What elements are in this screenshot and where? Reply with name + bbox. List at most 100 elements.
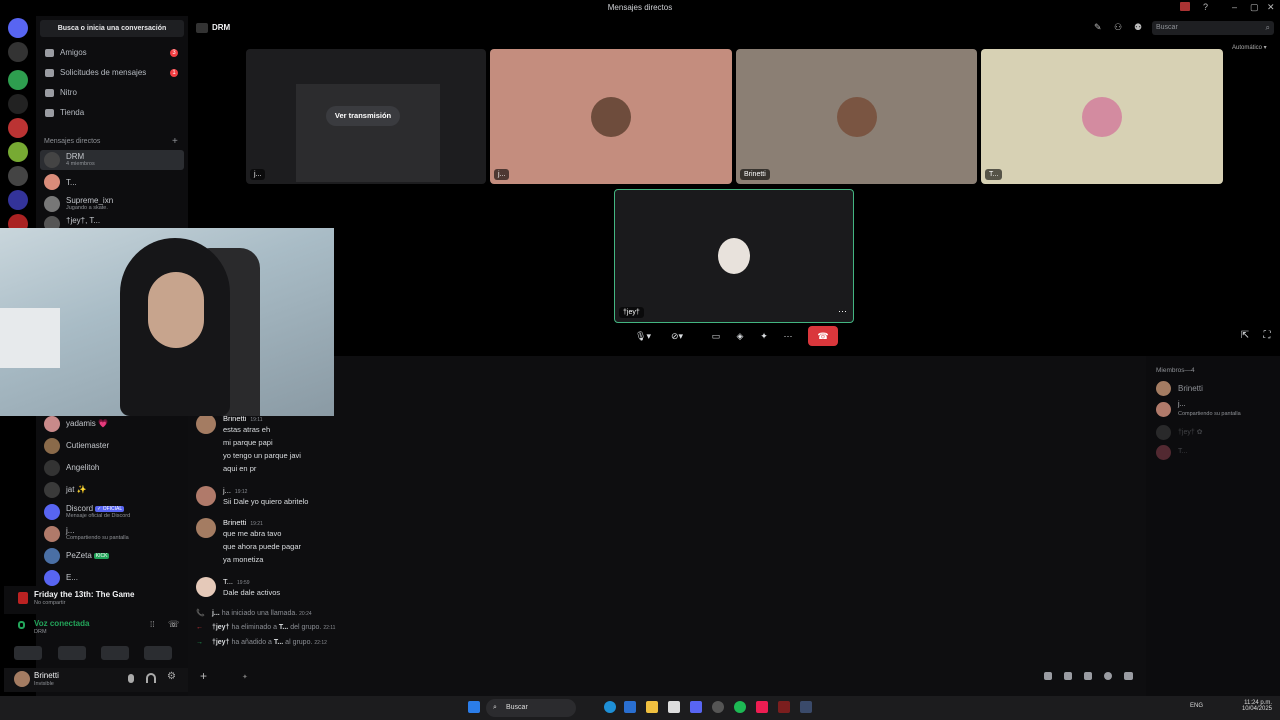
taskbar: ⌕ Buscar ENG 11:24 p.m. 10/04/2025 xyxy=(0,696,1280,720)
camera-toggle-button[interactable]: ⊘▾ xyxy=(662,326,692,346)
nav-message-requests[interactable]: Solicitudes de mensajes 1 xyxy=(40,64,184,82)
end-call-button[interactable]: ☎ xyxy=(808,326,838,346)
soundboard-icon[interactable]: ✦ xyxy=(756,326,772,346)
avatar[interactable] xyxy=(196,577,216,597)
gift-icon[interactable] xyxy=(1044,672,1052,680)
member-item[interactable]: j... Compartiendo su pantalla xyxy=(1154,401,1274,421)
fullscreen-icon[interactable]: ⛶ xyxy=(1260,326,1274,346)
maximize-button[interactable]: ▢ xyxy=(1250,2,1259,13)
server-icon[interactable] xyxy=(8,94,28,114)
settings-icon[interactable]: ⚙ xyxy=(167,671,176,682)
avatar[interactable] xyxy=(196,486,216,506)
nav-shop[interactable]: Tienda xyxy=(40,104,184,122)
avatar[interactable] xyxy=(14,671,30,687)
headphones-icon[interactable] xyxy=(146,673,156,683)
language-indicator[interactable]: ENG xyxy=(1190,703,1203,709)
steam-icon[interactable] xyxy=(800,701,812,713)
emoji-icon[interactable] xyxy=(1104,672,1112,680)
server-icon[interactable] xyxy=(8,142,28,162)
members-icon[interactable]: ⚉ xyxy=(1134,22,1142,33)
server-icon[interactable] xyxy=(8,70,28,90)
discord-taskbar-icon[interactable] xyxy=(690,701,702,713)
app-icon[interactable] xyxy=(778,701,790,713)
search-input[interactable]: Buscar ⌕ xyxy=(1152,21,1274,35)
dm-item[interactable]: j... Compartiendo su pantalla xyxy=(40,524,184,544)
quality-dropdown[interactable]: Automático ▾ xyxy=(1232,44,1267,51)
server-icon[interactable] xyxy=(8,42,28,62)
dm-item[interactable]: Supreme_ixn Jugando a skate. xyxy=(40,194,184,214)
edge-icon[interactable] xyxy=(604,701,616,713)
file-explorer-icon[interactable] xyxy=(646,701,658,713)
clock[interactable]: 11:24 p.m. 10/04/2025 xyxy=(1238,700,1272,712)
windows-start-icon[interactable] xyxy=(468,701,480,713)
gif-icon[interactable] xyxy=(1064,672,1072,680)
sticker-icon[interactable] xyxy=(1084,672,1092,680)
voice-actions xyxy=(4,644,190,666)
participant-tile-speaking[interactable]: †jey† ⋯ xyxy=(614,189,854,323)
tiktok-icon[interactable] xyxy=(756,701,768,713)
dm-item[interactable]: T... xyxy=(40,172,184,192)
disconnect-icon[interactable]: ☏ xyxy=(168,619,179,630)
friends-badge: 3 xyxy=(170,49,178,57)
dm-item[interactable]: Angelitoh xyxy=(40,458,184,478)
close-button[interactable]: ✕ xyxy=(1267,2,1275,13)
dm-item-discord[interactable]: Discord ✓ OFICIAL Mensaje oficial de Disc… xyxy=(40,502,184,522)
more-options-icon[interactable]: ⋯ xyxy=(780,326,796,346)
minimize-button[interactable]: – xyxy=(1232,2,1237,12)
dm-item[interactable]: Cutiemaster xyxy=(40,436,184,456)
discord-home-icon[interactable] xyxy=(8,18,28,38)
activity-icon[interactable]: ◈ xyxy=(732,326,748,346)
search-conversation-button[interactable]: Busca o inicia una conversación xyxy=(40,20,184,37)
stream-tile[interactable]: Ver transmisión j... xyxy=(246,49,486,184)
noise-suppression-icon[interactable]: ⁞⁞ xyxy=(150,620,154,629)
app-icon[interactable] xyxy=(668,701,680,713)
more-icon[interactable]: ⋯ xyxy=(838,306,847,317)
server-icon[interactable] xyxy=(8,190,28,210)
microphone-button[interactable]: 🎙▾ xyxy=(628,326,658,346)
tile-label: T... xyxy=(985,169,1003,180)
server-icon[interactable] xyxy=(8,166,28,186)
dm-item[interactable]: yadamis 💗 xyxy=(40,414,184,434)
phone-icon: 📞 xyxy=(196,610,205,617)
help-icon[interactable]: ? xyxy=(1203,2,1208,12)
screen-share-icon[interactable]: ▭ xyxy=(708,326,724,346)
participant-tile[interactable]: Brinetti xyxy=(736,49,977,184)
avatar[interactable] xyxy=(196,414,216,434)
member-item[interactable]: T... xyxy=(1154,444,1274,462)
app-icon[interactable] xyxy=(712,701,724,713)
avatar[interactable] xyxy=(196,518,216,538)
activity-button[interactable] xyxy=(101,646,129,660)
camera-button[interactable] xyxy=(14,646,42,660)
add-attachment-button[interactable]: + xyxy=(200,669,207,683)
dm-item[interactable]: PeZeta KICK xyxy=(40,546,184,566)
apps-icon[interactable] xyxy=(1124,672,1133,680)
call-area: Automático ▾ Ver transmisión j... j... B… xyxy=(188,40,1280,356)
avatar xyxy=(44,152,60,168)
message-composer[interactable]: + ✦ xyxy=(192,664,1142,690)
user-panel: Brinetti Invisible ⚙ xyxy=(4,668,190,692)
nav-friends[interactable]: Amigos 3 xyxy=(40,44,184,62)
add-dm-button[interactable]: + xyxy=(172,136,178,147)
inbox-icon[interactable] xyxy=(1180,2,1190,11)
dm-item[interactable]: jat ✨ xyxy=(40,480,184,500)
server-icon[interactable] xyxy=(8,118,28,138)
participant-tile[interactable]: j... xyxy=(490,49,732,184)
dm-item[interactable]: E... xyxy=(40,568,184,588)
participant-tile[interactable]: T... xyxy=(981,49,1223,184)
member-item[interactable]: Brinetti xyxy=(1154,380,1274,398)
pin-icon[interactable]: ✎ xyxy=(1094,22,1102,33)
dm-item-drm[interactable]: DRM 4 miembros xyxy=(40,150,184,170)
soundboard-button[interactable] xyxy=(144,646,172,660)
microphone-icon[interactable] xyxy=(128,674,134,683)
add-friends-icon[interactable]: ⚇ xyxy=(1114,22,1122,33)
taskbar-search[interactable]: ⌕ Buscar xyxy=(486,699,576,717)
nav-nitro[interactable]: Nitro xyxy=(40,84,184,102)
screen-share-button[interactable] xyxy=(58,646,86,660)
popout-icon[interactable]: ⇱ xyxy=(1238,326,1252,346)
avatar xyxy=(44,196,60,212)
watch-stream-button[interactable]: Ver transmisión xyxy=(326,106,400,126)
member-item[interactable]: †jey† ✿ xyxy=(1154,424,1274,442)
spotify-icon[interactable] xyxy=(734,701,746,713)
store-icon[interactable] xyxy=(624,701,636,713)
sparkle-icon[interactable]: ✦ xyxy=(242,673,248,681)
